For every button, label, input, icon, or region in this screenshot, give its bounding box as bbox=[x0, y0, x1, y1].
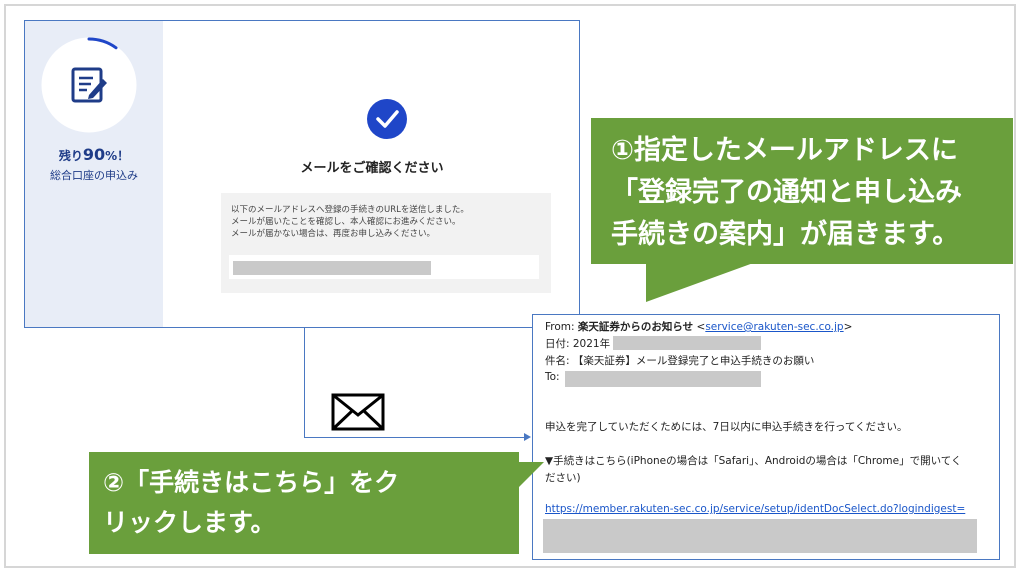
progress-sidebar: 残り90%！ 総合口座の申込み bbox=[25, 21, 163, 327]
connector-line bbox=[304, 437, 526, 438]
email-message: From: 楽天証券からのお知らせ <service@rakuten-sec.c… bbox=[532, 314, 1000, 560]
callout-line: ①指定したメールアドレスに bbox=[611, 135, 958, 166]
callout-pointer bbox=[646, 262, 756, 302]
callout-pointer bbox=[516, 462, 544, 490]
from-label: From: bbox=[545, 321, 578, 333]
callout-line: 手続きの案内」が届きます。 bbox=[611, 219, 960, 250]
info-line: メールが届いたことを確認し、本人確認にお進みください。 bbox=[231, 217, 461, 227]
application-form-icon bbox=[71, 67, 107, 103]
sender-name: 楽天証券からのお知らせ bbox=[577, 321, 694, 333]
connector-line bbox=[304, 328, 305, 438]
progress-value: 90 bbox=[82, 145, 106, 164]
email-subject: 件名: 【楽天証券】メール登録完了と申込手続きのお願い bbox=[545, 355, 815, 367]
registration-page: 残り90%！ 総合口座の申込み メールをご確認ください 以下のメールアドレスへ登… bbox=[24, 20, 580, 328]
callout-line: ②「手続きはこちら」をク bbox=[103, 468, 400, 497]
info-line: メールが届かない場合は、再度お申し込みください。 bbox=[231, 229, 436, 239]
redacted-email bbox=[233, 261, 431, 275]
redacted-date bbox=[613, 336, 761, 350]
check-icon bbox=[367, 99, 407, 139]
email-to: To: bbox=[545, 371, 560, 383]
email-address-field[interactable] bbox=[229, 255, 539, 279]
procedure-link[interactable]: https://member.rakuten-sec.co.jp/service… bbox=[545, 503, 965, 515]
progress-remaining: 残り90%！ bbox=[25, 145, 163, 164]
email-body-line: 申込を完了していただくためには、7日以内に申込手続きを行ってください。 bbox=[545, 421, 908, 433]
email-body-line: ▼手続きはこちら(iPhoneの場合は「Safari」、Androidの場合は「… bbox=[545, 455, 962, 467]
from-bracket: < bbox=[693, 321, 706, 333]
email-body-line: ださい) bbox=[545, 472, 581, 484]
progress-suffix: %！ bbox=[105, 149, 130, 163]
redacted-recipient bbox=[565, 371, 761, 387]
callout-line: リックします。 bbox=[103, 508, 276, 537]
envelope-icon bbox=[331, 393, 385, 431]
page-title: メールをご確認ください bbox=[300, 161, 444, 176]
email-date: 日付: 2021年 bbox=[545, 338, 611, 350]
email-from: From: 楽天証券からのお知らせ <service@rakuten-sec.c… bbox=[545, 319, 852, 334]
redacted-link-token bbox=[543, 519, 977, 553]
connector-arrow-icon bbox=[524, 433, 531, 441]
application-type-label: 総合口座の申込み bbox=[50, 169, 138, 182]
info-line: 以下のメールアドレスへ登録の手続きのURLを送信しました。 bbox=[231, 205, 469, 215]
from-bracket: > bbox=[843, 321, 853, 333]
callout-email-notice: ①指定したメールアドレスに 「登録完了の通知と申し込み 手続きの案内」が届きます… bbox=[591, 118, 1013, 264]
info-box: 以下のメールアドレスへ登録の手続きのURLを送信しました。 メールが届いたことを… bbox=[221, 193, 551, 293]
sender-address-link[interactable]: service@rakuten-sec.co.jp bbox=[705, 321, 843, 333]
callout-click-instruction: ②「手続きはこちら」をク リックします。 bbox=[89, 452, 519, 554]
callout-line: 「登録完了の通知と申し込み bbox=[611, 177, 962, 208]
progress-prefix: 残り bbox=[58, 149, 83, 163]
